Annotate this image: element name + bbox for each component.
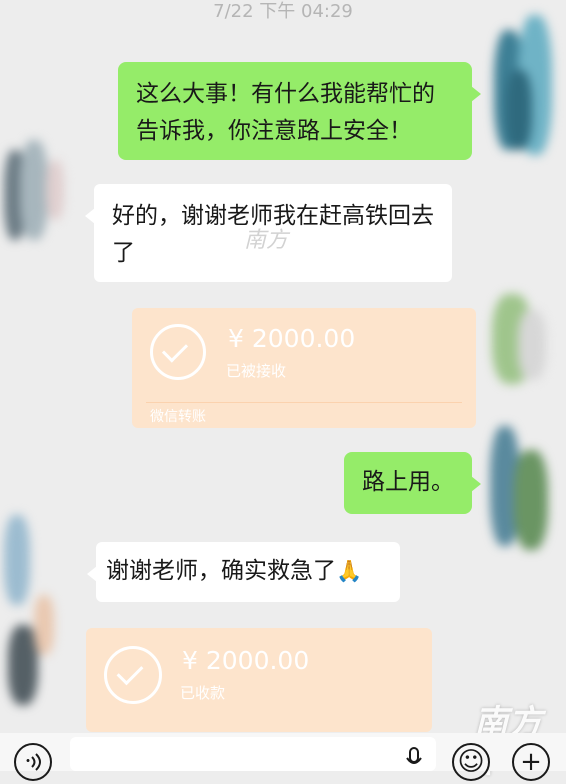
mic-icon (406, 747, 422, 764)
chat-input-bar: ☺ + (0, 733, 566, 781)
transfer-amount: ¥ 2000.00 (182, 646, 310, 675)
message-text: 路上用。 (362, 469, 454, 495)
message-bubble-outgoing[interactable]: 这么大事！有什么我能帮忙的告诉我，你注意路上安全！ (118, 62, 481, 160)
smiley-icon[interactable]: ☺ (452, 743, 490, 781)
pray-emoji-icon: 🙏 (336, 559, 363, 583)
my-avatar[interactable] (488, 10, 560, 170)
transfer-type-label: 微信转账 (150, 409, 206, 425)
transfer-status: 已被接收 (226, 362, 287, 380)
message-input[interactable] (70, 737, 436, 771)
message-text: 谢谢老师，确实救急了 (106, 558, 336, 584)
transfer-card[interactable]: ¥ 2000.00 已被接收 微信转账 (132, 308, 476, 428)
transfer-amount: ¥ 2000.00 (228, 324, 356, 353)
my-avatar[interactable] (488, 290, 560, 400)
message-timestamp: 7/22 下午 04:29 (213, 1, 353, 22)
check-circle-icon (104, 646, 162, 704)
check-circle-icon (150, 324, 206, 380)
transfer-status: 已收款 (180, 684, 226, 702)
transfer-card[interactable]: ¥ 2000.00 已收款 (86, 628, 432, 732)
plus-icon[interactable]: + (512, 743, 550, 781)
contact-avatar[interactable] (0, 505, 72, 725)
watermark-text: 南方 (244, 228, 289, 253)
message-text: 这么大事！有什么我能帮忙的告诉我，你注意路上安全！ (136, 81, 435, 144)
my-avatar[interactable] (486, 420, 558, 560)
message-bubble-outgoing[interactable]: 路上用。 (344, 452, 481, 514)
voice-icon[interactable] (14, 743, 52, 781)
contact-avatar[interactable] (0, 140, 72, 250)
message-bubble-incoming[interactable]: 谢谢老师，确实救急了🙏 (87, 542, 400, 602)
transfer-divider (146, 402, 462, 403)
